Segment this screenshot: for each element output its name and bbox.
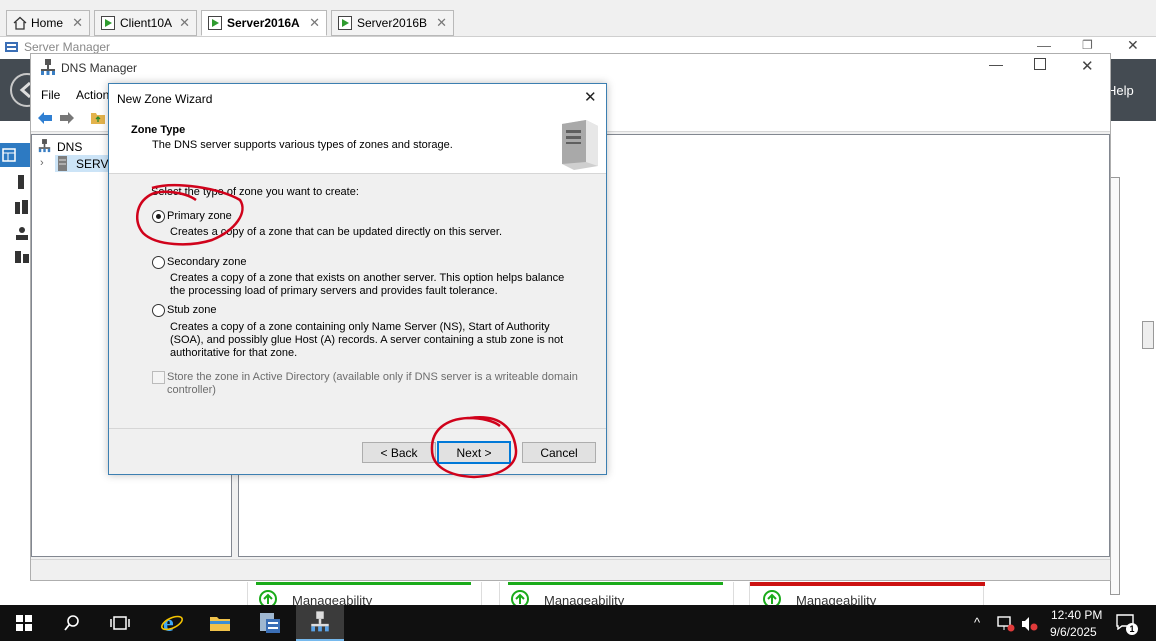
clock-date[interactable]: 9/6/2025	[1050, 625, 1097, 639]
annotation-overlay	[136, 183, 518, 479]
annotation-circle-primary-zone	[136, 183, 244, 246]
svg-text:e: e	[163, 611, 174, 635]
action-center-button[interactable]: 1	[1116, 614, 1138, 635]
taskbar: e ^ 12:40 PM 9/6/2025 1	[0, 605, 1156, 641]
task-view-icon	[110, 616, 130, 630]
server-manager-icon	[260, 613, 280, 633]
search-icon	[64, 615, 79, 631]
folder-icon	[210, 617, 230, 631]
file-explorer-button[interactable]	[196, 605, 244, 641]
internet-explorer-button[interactable]: e	[148, 605, 196, 641]
dns-icon	[311, 611, 329, 632]
windows-logo-icon	[16, 615, 32, 631]
task-view-button[interactable]	[96, 605, 144, 641]
internet-explorer-icon: e	[161, 611, 183, 635]
annotation-circle-next-button	[430, 416, 518, 479]
search-button[interactable]	[48, 605, 96, 641]
chevron-up-icon[interactable]: ^	[974, 615, 980, 630]
server-manager-taskbar-button[interactable]	[246, 605, 294, 641]
clock-time[interactable]: 12:40 PM	[1051, 608, 1102, 622]
start-button[interactable]	[0, 605, 48, 641]
dns-manager-taskbar-button[interactable]	[296, 605, 344, 641]
network-icon[interactable]	[997, 616, 1015, 632]
notification-badge: 1	[1126, 623, 1138, 635]
volume-muted-icon[interactable]	[1021, 616, 1039, 632]
